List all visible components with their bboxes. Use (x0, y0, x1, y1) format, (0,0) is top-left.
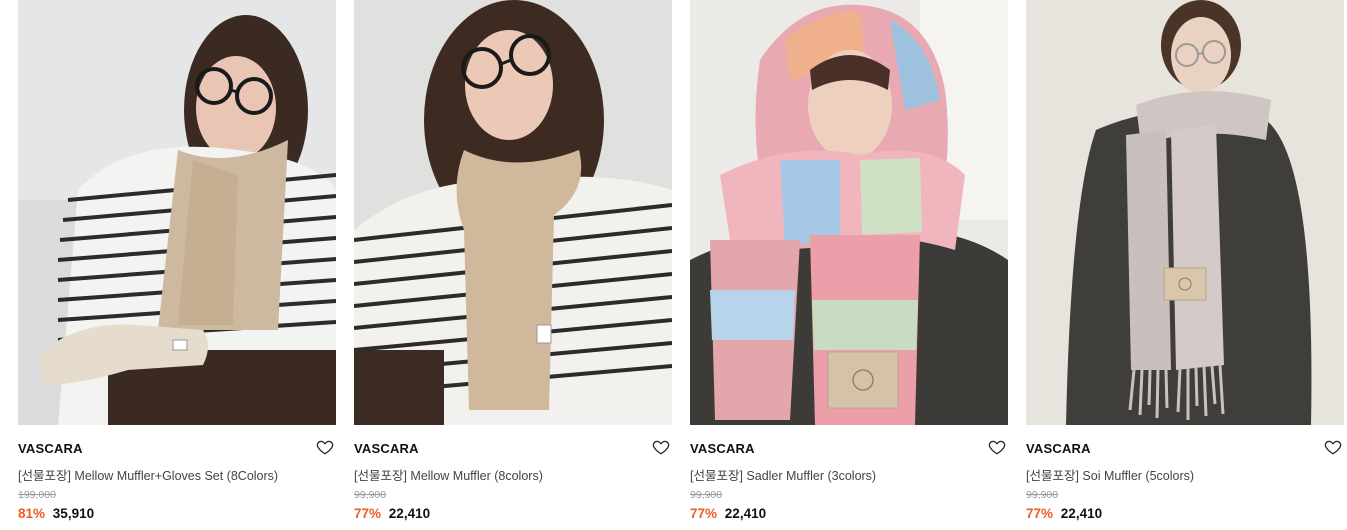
sale-price: 22,410 (388, 506, 431, 521)
product-image[interactable] (18, 0, 336, 425)
original-price: 99,900 (354, 489, 387, 501)
sale-price: 22,410 (1060, 506, 1103, 521)
product-image[interactable] (354, 0, 672, 425)
heart-outline-icon[interactable] (316, 438, 334, 456)
price-row: 77% 22,410 (354, 506, 430, 521)
brand-row: VASCARA (354, 438, 672, 458)
product-photo-2 (354, 0, 672, 425)
original-price: 99,900 (690, 489, 723, 501)
product-image[interactable] (1026, 0, 1344, 425)
product-photo-1 (18, 0, 336, 425)
price-row: 77% 22,410 (1026, 506, 1102, 521)
brand-name[interactable]: VASCARA (690, 441, 755, 456)
brand-row: VASCARA (690, 438, 1008, 458)
brand-row: VASCARA (18, 438, 336, 458)
sale-price: 35,910 (52, 506, 95, 521)
product-title[interactable]: [선물포장] Mellow Muffler+Gloves Set (8Color… (18, 465, 278, 484)
product-card[interactable]: VASCARA [선물포장] Soi Muffler (5colors) 99,… (1026, 0, 1344, 530)
heart-outline-icon[interactable] (988, 438, 1006, 456)
product-title[interactable]: [선물포장] Soi Muffler (5colors) (1026, 465, 1194, 484)
brand-name[interactable]: VASCARA (18, 441, 83, 456)
original-price: 199,000 (18, 489, 56, 501)
price-row: 77% 22,410 (690, 506, 766, 521)
brand-name[interactable]: VASCARA (1026, 441, 1091, 456)
heart-outline-icon[interactable] (1324, 438, 1342, 456)
product-title[interactable]: [선물포장] Sadler Muffler (3colors) (690, 465, 876, 484)
price-row: 81% 35,910 (18, 506, 94, 521)
discount-rate: 77% (354, 506, 382, 521)
brand-row: VASCARA (1026, 438, 1344, 458)
product-photo-3 (690, 0, 1008, 425)
discount-rate: 77% (690, 506, 718, 521)
product-photo-4 (1026, 0, 1344, 425)
product-grid: VASCARA [선물포장] Mellow Muffler+Gloves Set… (0, 0, 1347, 530)
product-title[interactable]: [선물포장] Mellow Muffler (8colors) (354, 465, 543, 484)
sale-price: 22,410 (724, 506, 767, 521)
product-card[interactable]: VASCARA [선물포장] Sadler Muffler (3colors) … (690, 0, 1008, 530)
product-card[interactable]: VASCARA [선물포장] Mellow Muffler (8colors) … (354, 0, 672, 530)
product-card[interactable]: VASCARA [선물포장] Mellow Muffler+Gloves Set… (18, 0, 336, 530)
product-image[interactable] (690, 0, 1008, 425)
heart-outline-icon[interactable] (652, 438, 670, 456)
original-price: 99,900 (1026, 489, 1059, 501)
discount-rate: 77% (1026, 506, 1054, 521)
discount-rate: 81% (18, 506, 46, 521)
brand-name[interactable]: VASCARA (354, 441, 419, 456)
